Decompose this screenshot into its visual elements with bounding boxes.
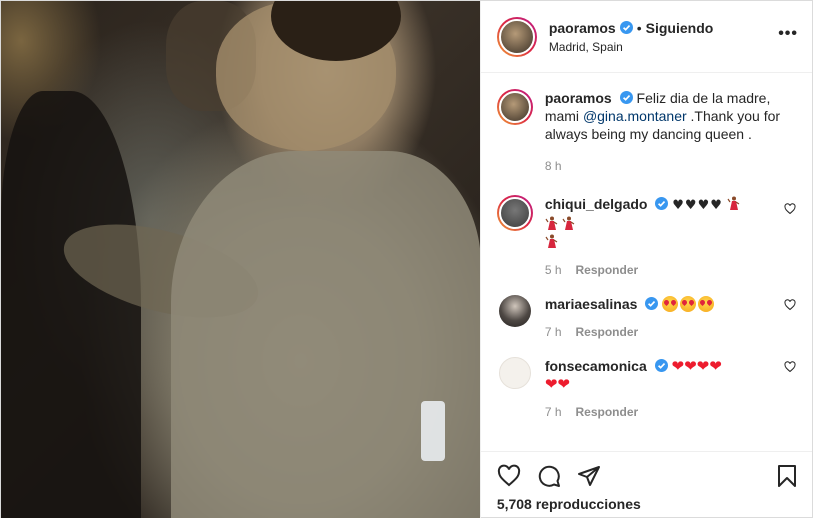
comment-time[interactable]: 7 h	[545, 403, 562, 421]
verified-badge-icon	[619, 91, 633, 104]
comment-time[interactable]: 7 h	[545, 323, 562, 341]
comment-item: mariaesalinas 7 h Responder	[497, 295, 796, 341]
heart-eyes-emoji-icon	[662, 296, 679, 312]
caption-time[interactable]: 8 h	[545, 157, 562, 175]
dancer-emoji-icon	[727, 196, 740, 210]
comment-text: ❤❤❤❤	[671, 357, 722, 375]
reply-button[interactable]: Responder	[576, 323, 639, 341]
commenter-username[interactable]: chiqui_delgado	[545, 196, 648, 212]
caption-mention[interactable]: @gina.montaner	[583, 108, 687, 124]
following-button[interactable]: Siguiendo	[646, 20, 714, 36]
instagram-post: paoramos • Siguiendo Madrid, Spain ••• p…	[0, 0, 813, 518]
like-comment-heart-icon[interactable]	[784, 203, 796, 215]
comment-item: fonsecamonica ❤❤❤❤ ❤❤ 7 h Responder	[497, 357, 796, 421]
comments-list: paoramos Feliz dia de la madre, mami @gi…	[481, 73, 812, 451]
reply-button[interactable]: Responder	[576, 261, 639, 279]
author-username[interactable]: paoramos	[549, 20, 616, 36]
view-count[interactable]: 5,708 reproducciones	[497, 496, 796, 512]
location-link[interactable]: Madrid, Spain	[549, 40, 714, 54]
comment-item: chiqui_delgado ♥♥♥♥ 5 h Responder	[496, 195, 796, 279]
commenter-username[interactable]: mariaesalinas	[545, 296, 638, 312]
reply-button[interactable]: Responder	[576, 403, 639, 421]
commenter-username[interactable]: fonsecamonica	[545, 358, 647, 374]
heart-eyes-emoji-icon	[680, 296, 697, 312]
verified-badge-icon	[654, 359, 668, 372]
post-video[interactable]	[1, 1, 480, 518]
caption-avatar[interactable]	[496, 89, 533, 125]
verified-badge-icon	[619, 21, 633, 34]
bookmark-save-icon[interactable]	[776, 464, 798, 488]
caption: paoramos Feliz dia de la madre, mami @gi…	[496, 89, 796, 175]
comment-time[interactable]: 5 h	[545, 261, 562, 279]
like-comment-heart-icon[interactable]	[784, 299, 796, 311]
action-bar: 5,708 reproducciones	[480, 451, 812, 518]
post-sidebar: paoramos • Siguiendo Madrid, Spain ••• p…	[479, 1, 812, 518]
commenter-avatar[interactable]	[498, 295, 531, 327]
more-options-icon[interactable]: •••	[778, 26, 798, 42]
comment-bubble-icon[interactable]	[537, 464, 561, 488]
dancer-emoji-icon	[545, 234, 558, 248]
author-avatar[interactable]	[496, 16, 537, 57]
dancer-emoji-icon	[562, 216, 575, 230]
caption-username[interactable]: paoramos	[545, 90, 612, 106]
comment-text: ♥♥♥♥	[672, 198, 723, 213]
verified-badge-icon	[655, 197, 669, 210]
heart-eyes-emoji-icon	[698, 296, 715, 312]
comment-text-line2: ❤❤	[544, 375, 570, 393]
verified-badge-icon	[645, 297, 659, 310]
dancer-emoji-icon	[545, 216, 558, 230]
post-header: paoramos • Siguiendo Madrid, Spain •••	[480, 1, 812, 73]
like-heart-icon[interactable]	[497, 464, 521, 488]
commenter-avatar[interactable]	[498, 357, 531, 389]
share-paper-plane-icon[interactable]	[577, 464, 601, 488]
commenter-avatar[interactable]	[496, 195, 533, 231]
like-comment-heart-icon[interactable]	[784, 361, 796, 373]
